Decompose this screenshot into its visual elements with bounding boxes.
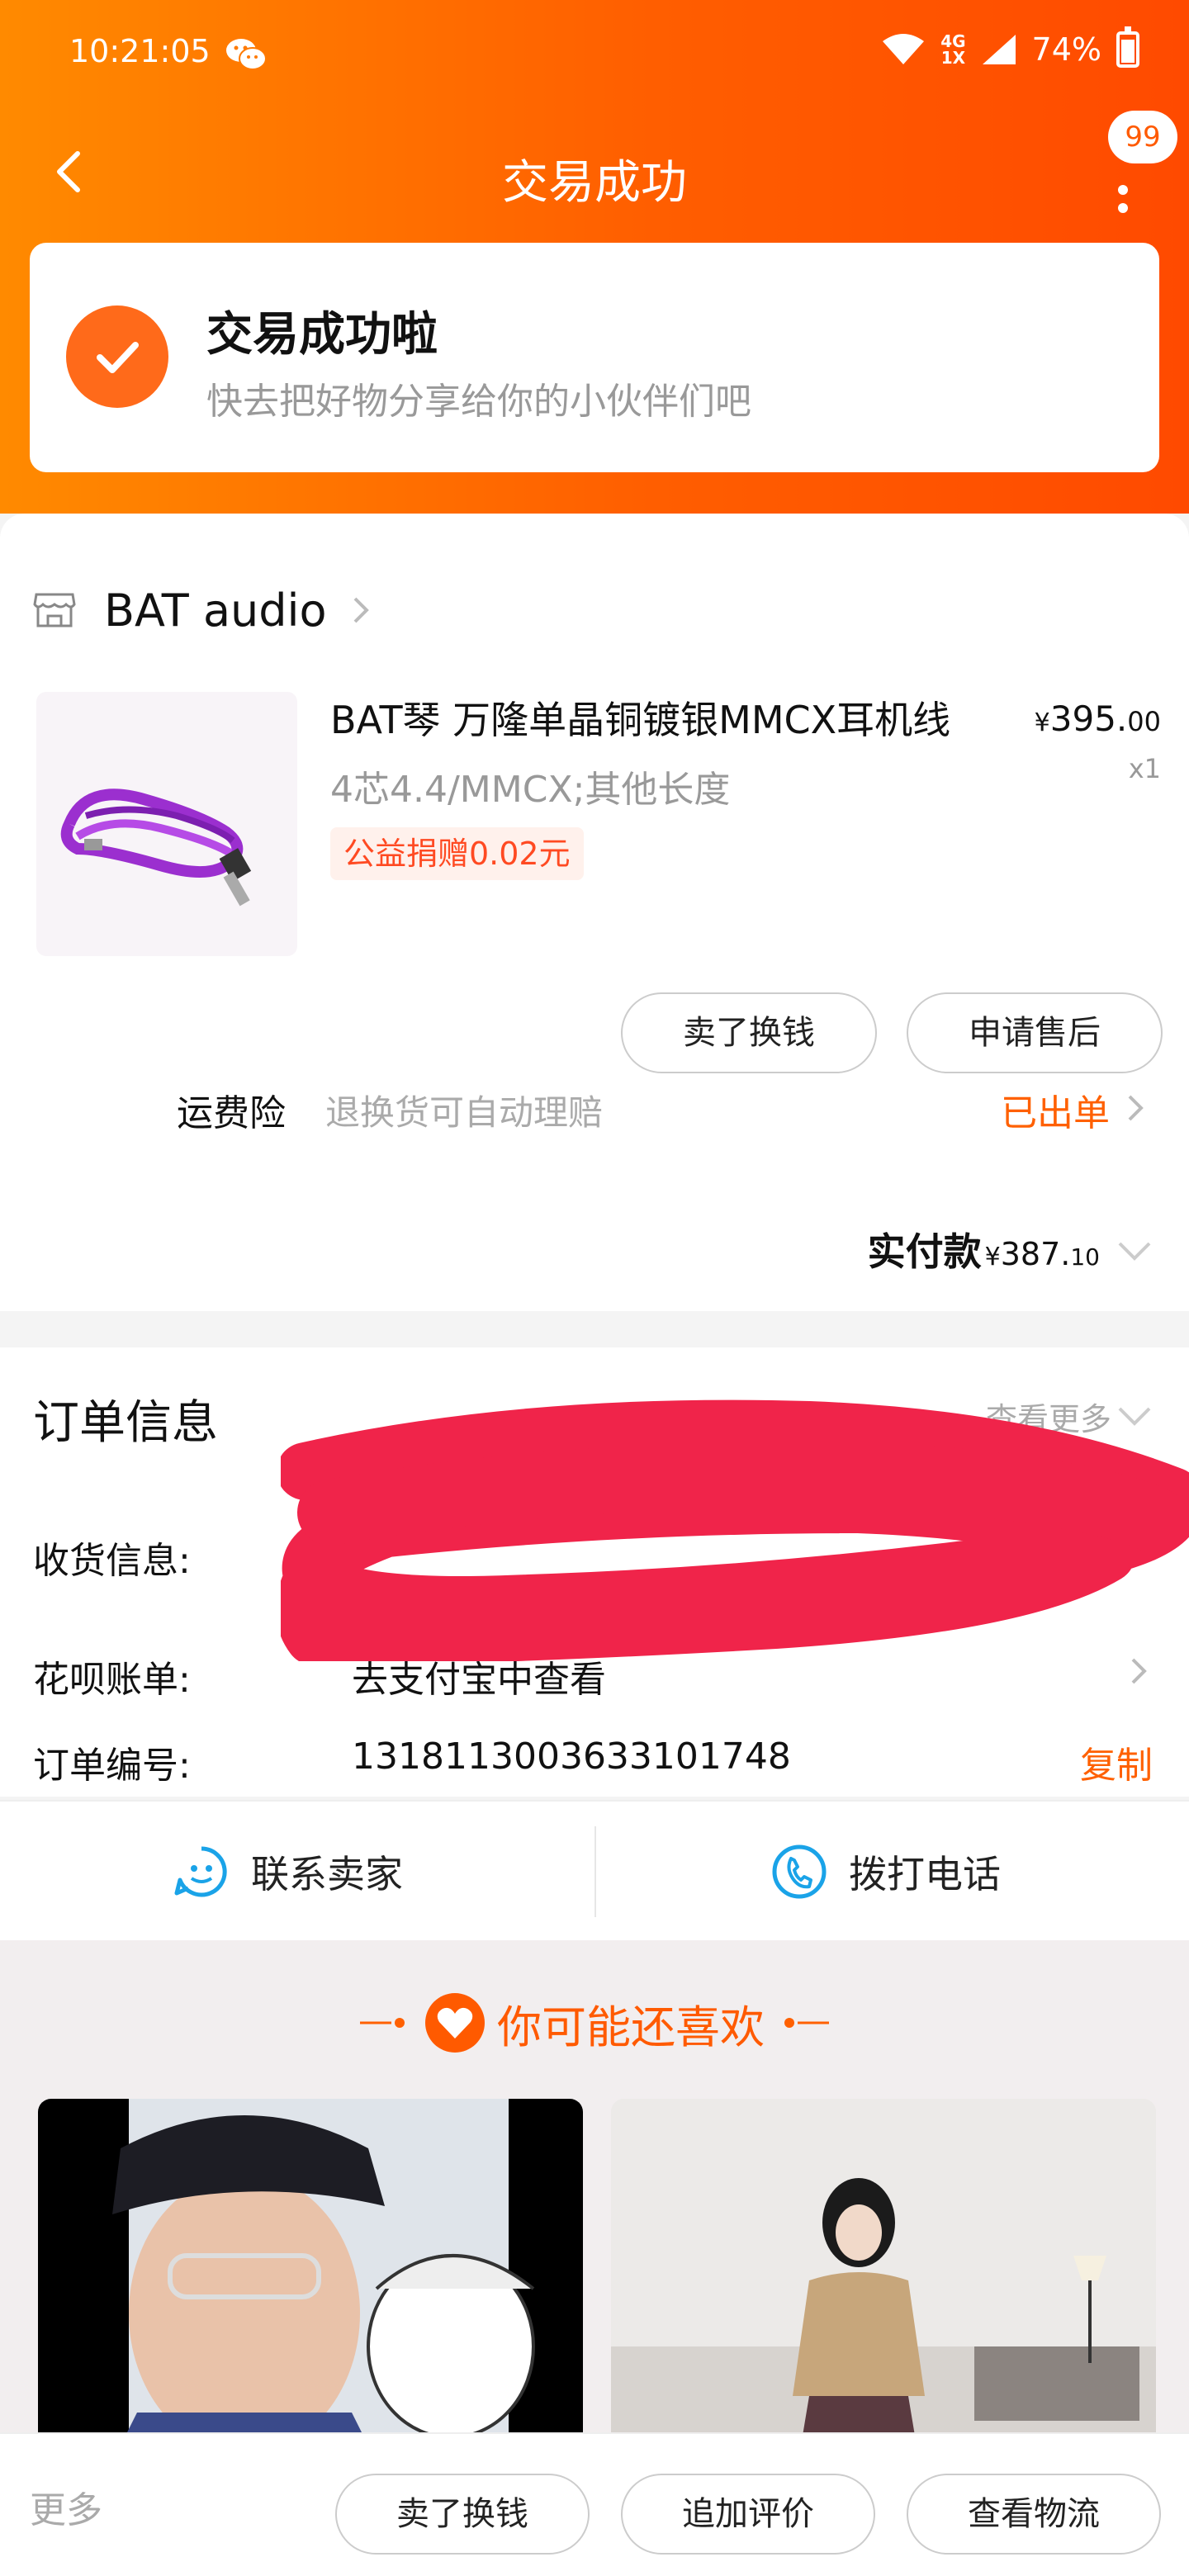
bottom-action-bar: 更多 卖了换钱 追加评价 查看物流	[0, 2432, 1189, 2576]
page-title: 交易成功	[502, 156, 687, 210]
product-price: ¥395.00	[1034, 698, 1161, 739]
message-badge[interactable]: 99	[1108, 111, 1177, 163]
freight-status: 已出单	[1001, 1092, 1110, 1134]
product-spec: 4芯4.4/MMCX;其他长度	[330, 769, 731, 811]
contact-seller-button[interactable]: 联系卖家	[173, 1802, 403, 1942]
chevron-right-icon	[1128, 1095, 1144, 1121]
wifi-icon	[883, 34, 925, 64]
success-subtitle: 快去把好物分享给你的小伙伴们吧	[206, 381, 751, 423]
success-check-icon	[66, 305, 168, 408]
recommendation-image-1[interactable]	[38, 2099, 583, 2446]
deco-line-icon	[784, 2018, 829, 2028]
nav-bar: 交易成功 99	[0, 111, 1189, 223]
product-quantity: x1	[1128, 753, 1161, 784]
paid-amount: 387.	[1000, 1236, 1071, 1272]
network-indicator: 4G 1X	[940, 31, 966, 68]
call-phone-button[interactable]: 拨打电话	[771, 1802, 1001, 1942]
heart-icon	[425, 1993, 485, 2053]
copy-order-number-button[interactable]: 复制	[1080, 1735, 1153, 1788]
freight-label: 运费险	[177, 1092, 286, 1134]
view-logistics-button[interactable]: 查看物流	[907, 2474, 1161, 2555]
wechat-icon	[226, 39, 267, 70]
phone-icon	[772, 1844, 827, 1899]
shop-icon	[33, 593, 76, 627]
contact-bar: 联系卖家 拨打电话	[0, 1800, 1189, 1940]
signal-icon	[982, 35, 1016, 64]
order-info-heading: 订单信息	[33, 1396, 218, 1450]
paid-label: 实付款	[867, 1229, 982, 1274]
add-review-button[interactable]: 追加评价	[621, 2474, 875, 2555]
deco-line-icon	[360, 2018, 405, 2028]
battery-percent: 74%	[1031, 31, 1101, 68]
apply-after-sale-button[interactable]: 申请售后	[907, 992, 1163, 1073]
chevron-down-icon	[1118, 1242, 1151, 1261]
contact-divider	[594, 1826, 596, 1917]
status-bar: 10:21:05 4G 1X 74%	[0, 0, 1189, 107]
store-header[interactable]: BAT audio	[33, 581, 373, 639]
sell-for-cash-bottom-button[interactable]: 卖了换钱	[335, 2474, 590, 2555]
order-number-label: 订单编号:	[33, 1745, 191, 1787]
status-time: 10:21:05	[69, 33, 211, 69]
donation-tag: 公益捐赠0.02元	[330, 827, 584, 880]
order-number-value: 1318113003633101748	[352, 1735, 791, 1778]
huabei-label: 花呗账单:	[33, 1659, 191, 1701]
product-image[interactable]	[36, 692, 297, 956]
success-title: 交易成功啦	[206, 308, 438, 362]
freight-insurance-row[interactable]: 运费险 退换货可自动理赔 已出单	[0, 1078, 1189, 1144]
paid-amount-row[interactable]: 实付款 ¥ 387. 10	[868, 1222, 1153, 1280]
recommendation-title: 你可能还喜欢	[0, 1990, 1189, 2056]
more-button[interactable]: 更多	[30, 2480, 102, 2533]
store-card: BAT audio BAT琴 万隆单晶铜镀银MMCX耳机线 4芯4.4/MMCX…	[0, 514, 1189, 1311]
freight-desc: 退换货可自动理赔	[325, 1092, 604, 1133]
success-card: 交易成功啦 快去把好物分享给你的小伙伴们吧	[30, 243, 1159, 472]
product-title[interactable]: BAT琴 万隆单晶铜镀银MMCX耳机线	[330, 690, 1007, 745]
chat-face-icon	[174, 1846, 227, 1897]
store-name: BAT audio	[104, 584, 327, 637]
chevron-right-icon	[353, 597, 369, 623]
shipping-info-label: 收货信息:	[33, 1540, 191, 1582]
more-menu-icon[interactable]	[1115, 162, 1131, 215]
recommendation-image-2[interactable]	[611, 2099, 1156, 2446]
redaction-scribble	[281, 1399, 1189, 1661]
battery-icon	[1116, 26, 1139, 68]
sell-for-cash-button[interactable]: 卖了换钱	[621, 992, 877, 1073]
